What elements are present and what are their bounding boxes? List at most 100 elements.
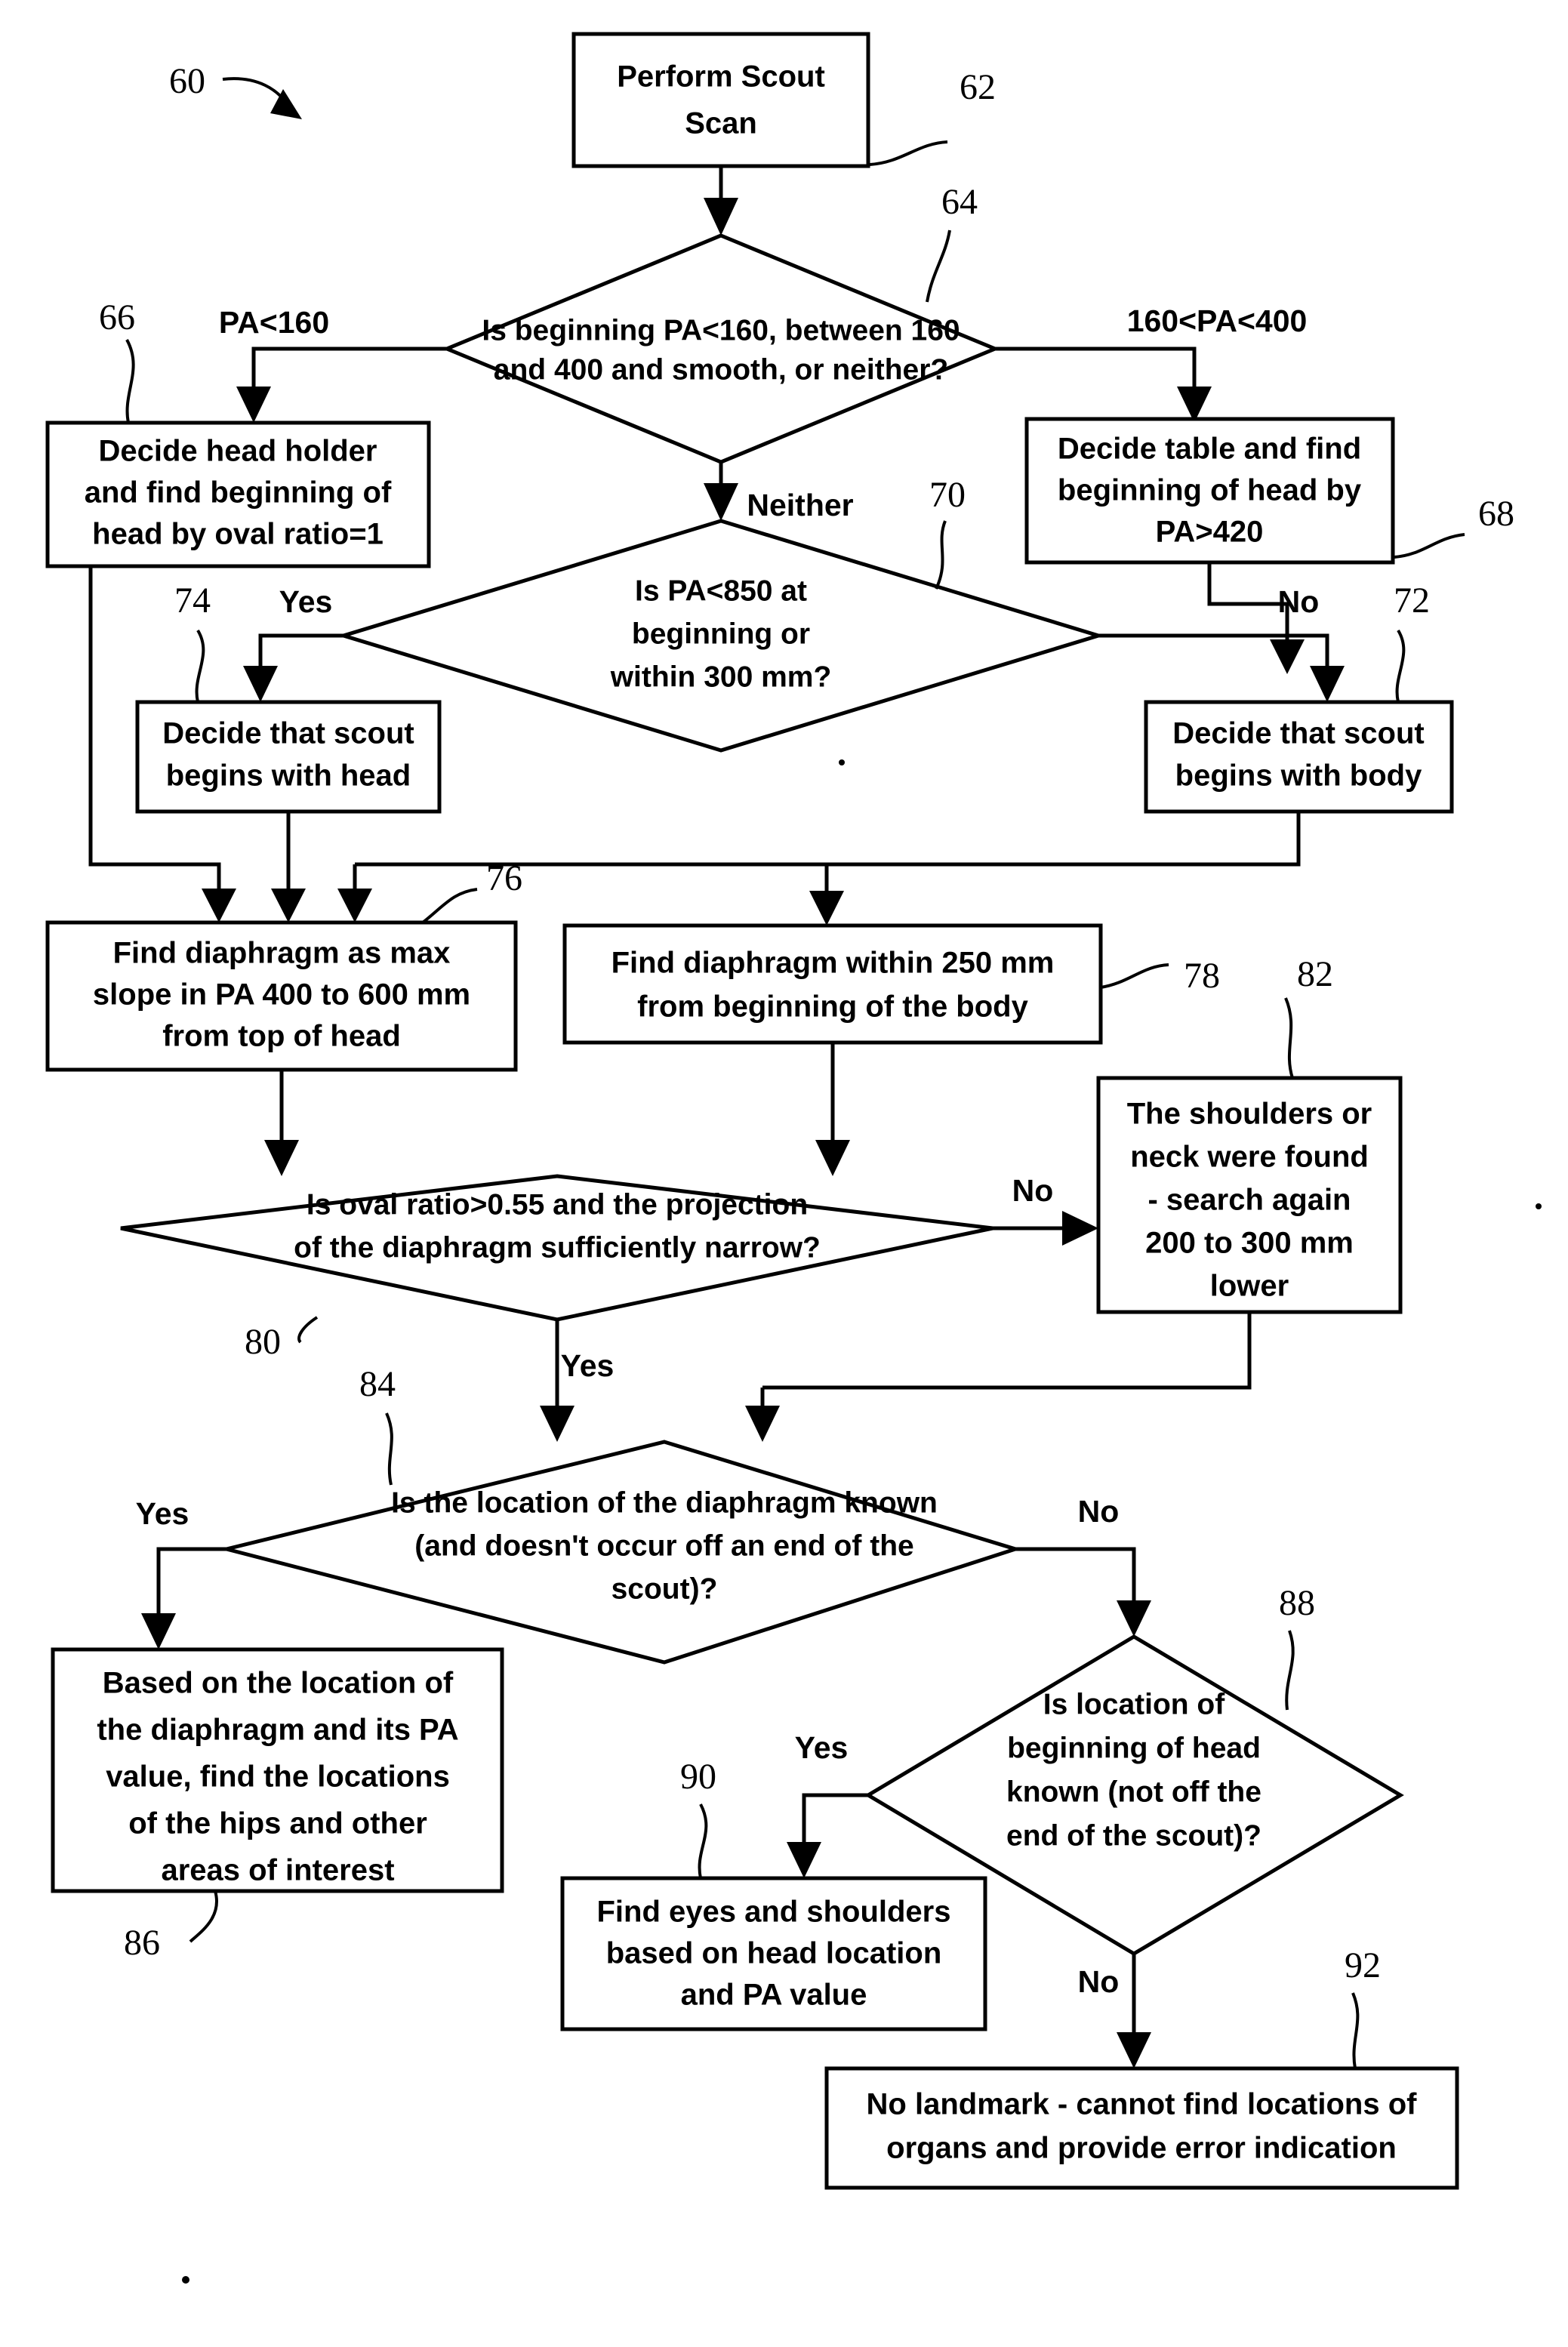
node-62-box [571, 32, 870, 168]
node-84-line-3: scout)? [611, 1572, 718, 1605]
node-90-line-3: and PA value [681, 1979, 867, 2012]
edge-64-66-arrowhead [236, 387, 271, 423]
edge-80-to-82: No [993, 1173, 1098, 1246]
node-72-reference: 72 [1394, 581, 1430, 703]
node-82-shoulders-neck-found[interactable]: The shoulders or neck were found - searc… [1096, 1076, 1403, 1314]
node-70-decision-pa-850[interactable]: Is PA<850 at beginning or within 300 mm? [337, 519, 1105, 753]
node-72-line-1: Decide that scout [1172, 717, 1424, 750]
node-76-line-3: from top of head [162, 1020, 401, 1053]
edge-66-76-arrowhead [202, 889, 236, 922]
node-66-line-1: Decide head holder [99, 435, 377, 468]
edge-80-82-arrowhead [1062, 1211, 1098, 1246]
node-92-no-landmark-error[interactable]: No landmark - cannot find locations of o… [824, 2066, 1459, 2190]
node-76-find-diaphragm-max-slope[interactable]: Find diaphragm as max slope in PA 400 to… [45, 920, 518, 1072]
edge-70-to-72: No [1098, 584, 1345, 702]
edge-label-no-80: No [1012, 1173, 1054, 1208]
node-74-scout-begins-head[interactable]: Decide that scout begins with head [135, 700, 442, 814]
edge-68-72-line [1207, 562, 1289, 645]
node-62-line-1: Perform Scout [617, 60, 825, 94]
node-80-line-1: Is oval ratio>0.55 and the projection [307, 1188, 808, 1221]
node-66-decide-head-holder[interactable]: Decide head holder and find beginning of… [45, 420, 431, 568]
node-78-find-diaphragm-250mm[interactable]: Find diaphragm within 250 mm from beginn… [562, 923, 1103, 1045]
ref-num-76: 76 [486, 858, 522, 898]
ref-num-82: 82 [1297, 954, 1333, 994]
edge-label-no-84: No [1078, 1494, 1120, 1529]
edge-72-78-arrowhead [809, 891, 844, 926]
node-86-reference: 86 [124, 1890, 218, 1963]
edge-76-to-80 [264, 1070, 299, 1176]
edge-64-to-66: PA<160 [219, 305, 447, 423]
node-64-line-1: Is beginning PA<160, between 160 [482, 314, 960, 347]
edge-76-80-arrowhead [264, 1140, 299, 1176]
ref-num-92: 92 [1345, 1945, 1381, 1985]
edge-label-no-88: No [1078, 1964, 1120, 1999]
edge-74-to-76 [271, 812, 306, 922]
node-92-line-1: No landmark - cannot find locations of [867, 2088, 1418, 2121]
node-68-line-2: beginning of head by [1058, 474, 1362, 507]
node-88-line-4: end of the scout)? [1006, 1819, 1261, 1852]
node-70-line-1: Is PA<850 at [635, 574, 807, 607]
edge-66-alt-to-76 [337, 862, 827, 922]
figure-reference-60: 60 [169, 61, 302, 119]
node-86-line-5: areas of interest [161, 1854, 394, 1887]
node-76-line-2: slope in PA 400 to 600 mm [93, 978, 470, 1012]
node-86-find-hips-locations[interactable]: Based on the location of the diaphragm a… [51, 1647, 504, 1893]
node-90-line-2: based on head location [606, 1937, 942, 1970]
page-artifact-dot-right [1536, 1203, 1542, 1209]
node-72-leader [1395, 629, 1406, 703]
edge-70-74-arrowhead [243, 666, 278, 702]
node-76-leader [421, 888, 478, 924]
edge-label-neither: Neither [747, 488, 853, 522]
edge-84-86-line [156, 1547, 226, 1619]
node-66-leader [125, 339, 135, 424]
edge-label-yes-84: Yes [136, 1496, 189, 1531]
node-64-diamond [442, 233, 1000, 464]
node-80-decision-oval-ratio[interactable]: Is oval ratio>0.55 and the projection of… [120, 1174, 993, 1322]
node-68-decide-table[interactable]: Decide table and find beginning of head … [1024, 417, 1395, 565]
node-78-box [562, 923, 1103, 1045]
node-82-line-3: - search again [1148, 1184, 1351, 1217]
node-70-line-2: beginning or [632, 618, 810, 650]
node-64-reference: 64 [926, 182, 978, 303]
edge-84-88-line [1015, 1547, 1136, 1606]
node-92-reference: 92 [1345, 1945, 1381, 2069]
edge-84-86-arrowhead [141, 1613, 176, 1649]
ref-num-68: 68 [1478, 494, 1514, 534]
edge-74-76-arrowhead [271, 889, 306, 922]
node-68-reference: 68 [1394, 494, 1514, 559]
node-64-leader [926, 229, 951, 303]
edge-64-68-line [995, 347, 1197, 393]
node-62-perform-scout-scan[interactable]: Perform Scout Scan [571, 32, 870, 168]
ref-num-86: 86 [124, 1923, 160, 1963]
node-64-line-2: and 400 and smooth, or neither? [494, 353, 948, 386]
node-84-decision-diaphragm-known[interactable]: Is the location of the diaphragm known (… [226, 1440, 1022, 1665]
node-90-reference: 90 [680, 1757, 716, 1879]
node-90-line-1: Find eyes and shoulders [596, 1896, 950, 1929]
node-86-line-4: of the hips and other [128, 1807, 427, 1840]
node-64-decision-pa-range[interactable]: Is beginning PA<160, between 160 and 400… [442, 233, 1000, 464]
edge-label-no-70: No [1278, 584, 1320, 619]
node-70-reference: 70 [929, 475, 966, 590]
flowchart-diagram: 60 Perform Scout Scan 62 Is beginning PA… [45, 32, 1542, 2284]
edge-62-to-64 [704, 166, 738, 236]
node-72-scout-begins-body[interactable]: Decide that scout begins with body [1144, 700, 1454, 814]
edge-label-yes-70: Yes [279, 584, 333, 619]
edge-82-84-arrowhead [745, 1406, 780, 1442]
node-82-reference: 82 [1284, 954, 1333, 1079]
node-88-line-1: Is location of [1043, 1688, 1226, 1720]
ref-num-78: 78 [1184, 956, 1220, 996]
node-66-reference: 66 [99, 297, 135, 424]
node-92-box [824, 2066, 1459, 2190]
ref-num-64: 64 [941, 182, 978, 222]
node-80-reference: 80 [245, 1316, 319, 1362]
node-90-find-eyes-shoulders[interactable]: Find eyes and shoulders based on head lo… [560, 1876, 987, 2031]
edge-84-to-86: Yes [136, 1496, 226, 1649]
edge-78-to-80 [815, 1043, 850, 1176]
ref-num-74: 74 [174, 581, 211, 621]
edge-72-to-78 [809, 812, 1301, 926]
edge-66-alt-76-arrowhead [337, 889, 372, 922]
figure-page: 60 Perform Scout Scan 62 Is beginning PA… [0, 0, 1568, 2347]
node-68-line-1: Decide table and find [1058, 433, 1361, 466]
node-88-reference: 88 [1279, 1583, 1315, 1711]
ref-num-70: 70 [929, 475, 966, 515]
